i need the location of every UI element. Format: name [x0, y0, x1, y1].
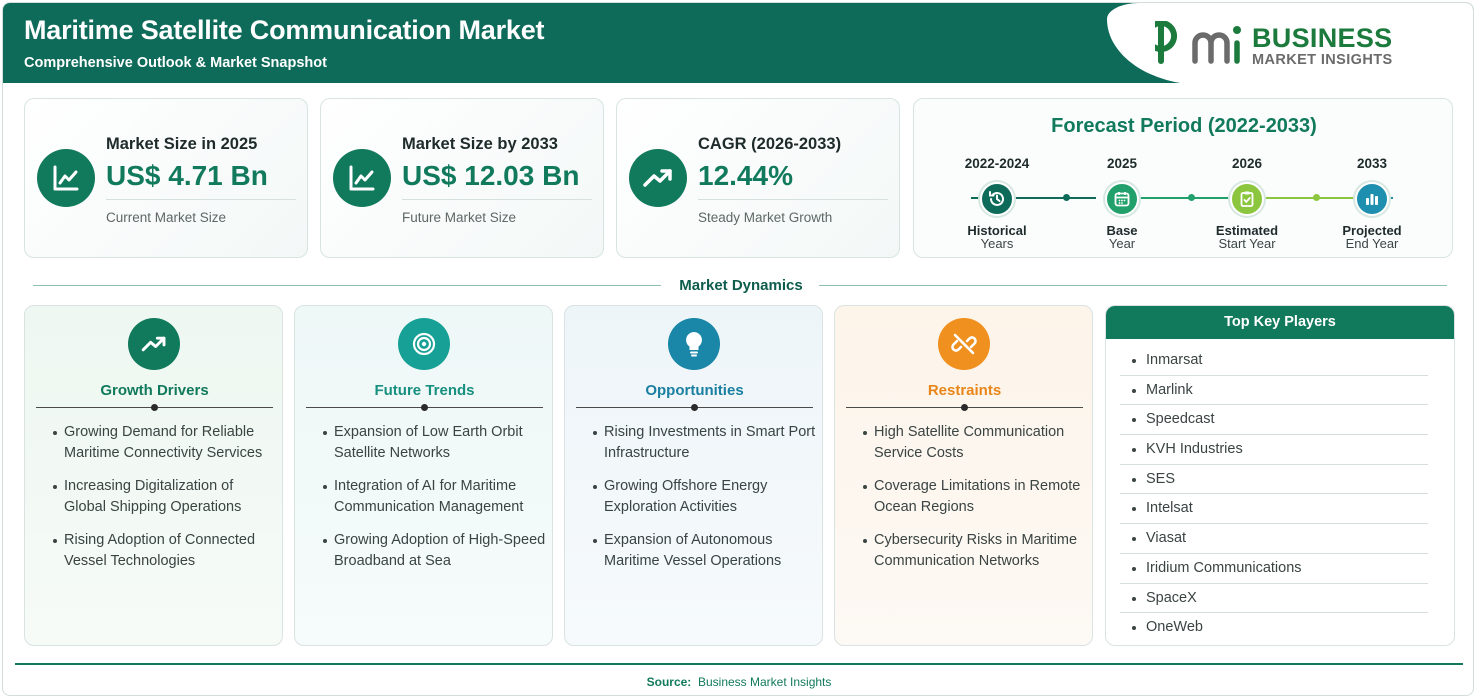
- dynamics-card-title: Growth Drivers: [100, 382, 209, 399]
- page-subtitle: Comprehensive Outlook & Market Snapshot: [24, 55, 327, 71]
- logo-wordmark: BUSINESS: [1252, 23, 1393, 53]
- dynamics-list: High Satellite Communication Service Cos…: [863, 422, 1088, 584]
- list-item: Rising Investments in Smart Port Infrast…: [593, 422, 818, 464]
- player-item: Inmarsat: [1120, 346, 1428, 376]
- bar-chart-icon: [1355, 182, 1389, 216]
- clipboard-check-icon: [1230, 182, 1264, 216]
- stat-value: 12.44%: [698, 160, 793, 191]
- forecast-step-year: 2026: [1231, 156, 1263, 171]
- source-footer: Source: Business Market Insights: [3, 675, 1473, 689]
- key-players-list: Inmarsat Marlink Speedcast KVH Industrie…: [1120, 346, 1428, 643]
- player-item: Intelsat: [1120, 494, 1428, 525]
- stat-value: US$ 12.03 Bn: [402, 160, 580, 191]
- list-item: Expansion of Autonomous Maritime Vessel …: [593, 530, 818, 572]
- forecast-step-base: 2025 Base Year: [1067, 156, 1177, 250]
- list-item: Expansion of Low Earth Orbit Satellite N…: [323, 422, 548, 464]
- player-item: SES: [1120, 465, 1428, 495]
- source-label: Source:: [646, 675, 692, 689]
- calendar-icon: [1105, 182, 1139, 216]
- target-icon: [398, 318, 450, 370]
- stat-card-cagr: CAGR (2026-2033) 12.44% Steady Market Gr…: [616, 98, 900, 258]
- trending-up-icon: [128, 318, 180, 370]
- card-rule-dot: [961, 404, 968, 411]
- stat-divider: [402, 199, 592, 200]
- stat-caption: Future Market Size: [402, 210, 517, 225]
- dynamics-card-title: Restraints: [927, 382, 1002, 399]
- forecast-step-desc: Year: [1108, 236, 1136, 251]
- section-divider-right: [819, 285, 1447, 286]
- line-chart-icon: [333, 149, 391, 207]
- dynamics-card-opportunities: Opportunities Rising Investments in Smar…: [564, 305, 823, 646]
- infographic: Maritime Satellite Communication Market …: [2, 2, 1474, 696]
- player-item: Speedcast: [1120, 405, 1428, 436]
- player-item: Marlink: [1120, 376, 1428, 406]
- stat-card-market-size-2025: Market Size in 2025 US$ 4.71 Bn Current …: [24, 98, 308, 258]
- broken-link-icon: [938, 318, 990, 370]
- forecast-step-historical: 2022-2024 Historical Years: [942, 156, 1052, 250]
- forecast-title: Forecast Period (2022-2033): [1051, 115, 1317, 137]
- player-item: SpaceX: [1120, 584, 1428, 614]
- list-item: Increasing Digitalization of Global Ship…: [53, 476, 278, 518]
- forecast-step-estimated: 2026 Estimated Start Year: [1192, 156, 1302, 250]
- dynamics-card-title: Opportunities: [645, 382, 744, 399]
- bmi-logo-icon: [1145, 20, 1245, 74]
- stat-card-market-size-2033: Market Size by 2033 US$ 12.03 Bn Future …: [320, 98, 604, 258]
- list-item: Growing Adoption of High-Speed Broadband…: [323, 530, 548, 572]
- forecast-step-desc: End Year: [1345, 236, 1399, 251]
- player-item: OneWeb: [1120, 613, 1428, 643]
- stat-divider: [106, 199, 296, 200]
- dynamics-list: Rising Investments in Smart Port Infrast…: [593, 422, 818, 584]
- player-item: Iridium Communications: [1120, 554, 1428, 584]
- player-item: Viasat: [1120, 524, 1428, 554]
- dynamics-card-future-trends: Future Trends Expansion of Low Earth Orb…: [294, 305, 553, 646]
- stat-label: CAGR (2026-2033): [698, 135, 842, 153]
- list-item: Cybersecurity Risks in Maritime Communic…: [863, 530, 1088, 572]
- source-value: Business Market Insights: [697, 675, 832, 689]
- card-rule-dot: [151, 404, 158, 411]
- stat-divider: [698, 199, 888, 200]
- forecast-period-card: Forecast Period (2022-2033) 2022-2024 Hi…: [913, 98, 1453, 258]
- dynamics-card-restraints: Restraints High Satellite Communication …: [834, 305, 1093, 646]
- forecast-step-desc: Start Year: [1218, 236, 1276, 251]
- list-item: Integration of AI for Maritime Communica…: [323, 476, 548, 518]
- footer-divider: [15, 663, 1463, 665]
- key-players-title: Top Key Players: [1106, 306, 1454, 339]
- dynamics-card-growth-drivers: Growth Drivers Growing Demand for Reliab…: [24, 305, 283, 646]
- player-item: KVH Industries: [1120, 435, 1428, 465]
- stat-label: Market Size by 2033: [402, 135, 558, 153]
- stat-value: US$ 4.71 Bn: [106, 160, 268, 191]
- logo-tagline: MARKET INSIGHTS: [1252, 52, 1393, 68]
- list-item: Coverage Limitations in Remote Ocean Reg…: [863, 476, 1088, 518]
- stat-caption: Current Market Size: [106, 210, 227, 225]
- list-item: Rising Adoption of Connected Vessel Tech…: [53, 530, 278, 572]
- dynamics-list: Expansion of Low Earth Orbit Satellite N…: [323, 422, 548, 584]
- page-title: Maritime Satellite Communication Market: [24, 15, 545, 45]
- key-players-card: Top Key Players Inmarsat Marlink Speedca…: [1105, 305, 1455, 646]
- forecast-step-desc: Years: [980, 236, 1014, 251]
- card-rule-dot: [421, 404, 428, 411]
- forecast-step-projected: 2033 Projected End Year: [1317, 156, 1427, 250]
- forecast-step-year: 2022-2024: [964, 156, 1030, 171]
- dynamics-list: Growing Demand for Reliable Maritime Con…: [53, 422, 278, 584]
- line-chart-icon: [37, 149, 95, 207]
- list-item: High Satellite Communication Service Cos…: [863, 422, 1088, 464]
- trending-up-icon: [629, 149, 687, 207]
- stat-caption: Steady Market Growth: [698, 210, 833, 225]
- card-rule-dot: [691, 404, 698, 411]
- list-item: Growing Offshore Energy Exploration Acti…: [593, 476, 818, 518]
- section-divider-left: [33, 285, 661, 286]
- dynamics-card-title: Future Trends: [374, 382, 475, 399]
- forecast-step-year: 2033: [1356, 156, 1388, 171]
- forecast-step-year: 2025: [1106, 156, 1138, 171]
- stat-label: Market Size in 2025: [106, 135, 258, 153]
- history-icon: [980, 182, 1014, 216]
- lightbulb-icon: [668, 318, 720, 370]
- list-item: Growing Demand for Reliable Maritime Con…: [53, 422, 278, 464]
